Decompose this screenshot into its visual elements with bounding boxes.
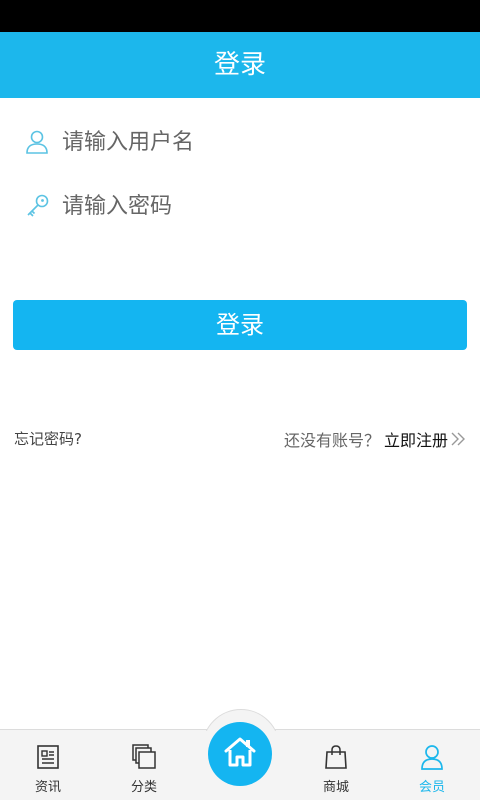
home-button[interactable] xyxy=(208,722,272,786)
tab-category[interactable]: 分类 xyxy=(104,730,184,800)
password-field[interactable] xyxy=(0,175,480,237)
no-account-text: 还没有账号？ xyxy=(283,431,380,450)
register-row: 还没有账号？ 立即注册 xyxy=(284,427,466,451)
username-field[interactable] xyxy=(0,111,480,173)
page-header: 登录 xyxy=(0,32,480,98)
tab-label: 资讯 xyxy=(34,780,61,795)
news-icon xyxy=(37,745,59,769)
forgot-password-link[interactable]: 忘记密码? xyxy=(14,428,82,449)
tab-member[interactable]: 会员 xyxy=(392,730,472,800)
password-input[interactable] xyxy=(62,185,452,227)
user-icon xyxy=(421,745,443,770)
username-input[interactable] xyxy=(62,121,452,163)
tab-news[interactable]: 资讯 xyxy=(8,730,88,800)
login-button[interactable]: 登录 xyxy=(13,300,467,350)
tab-label: 会员 xyxy=(418,780,445,795)
tab-label: 商城 xyxy=(322,780,349,795)
key-icon xyxy=(27,194,49,217)
page-title: 登录 xyxy=(213,50,266,80)
double-chevron-right-icon xyxy=(451,432,465,446)
home-icon xyxy=(224,737,256,767)
tab-mall[interactable]: 商城 xyxy=(296,730,376,800)
shopping-bag-icon xyxy=(325,745,347,769)
register-link[interactable]: 立即注册 xyxy=(384,427,448,451)
user-icon xyxy=(26,130,48,154)
status-bar xyxy=(0,0,480,32)
category-icon xyxy=(132,744,156,769)
tab-label: 分类 xyxy=(130,780,157,795)
